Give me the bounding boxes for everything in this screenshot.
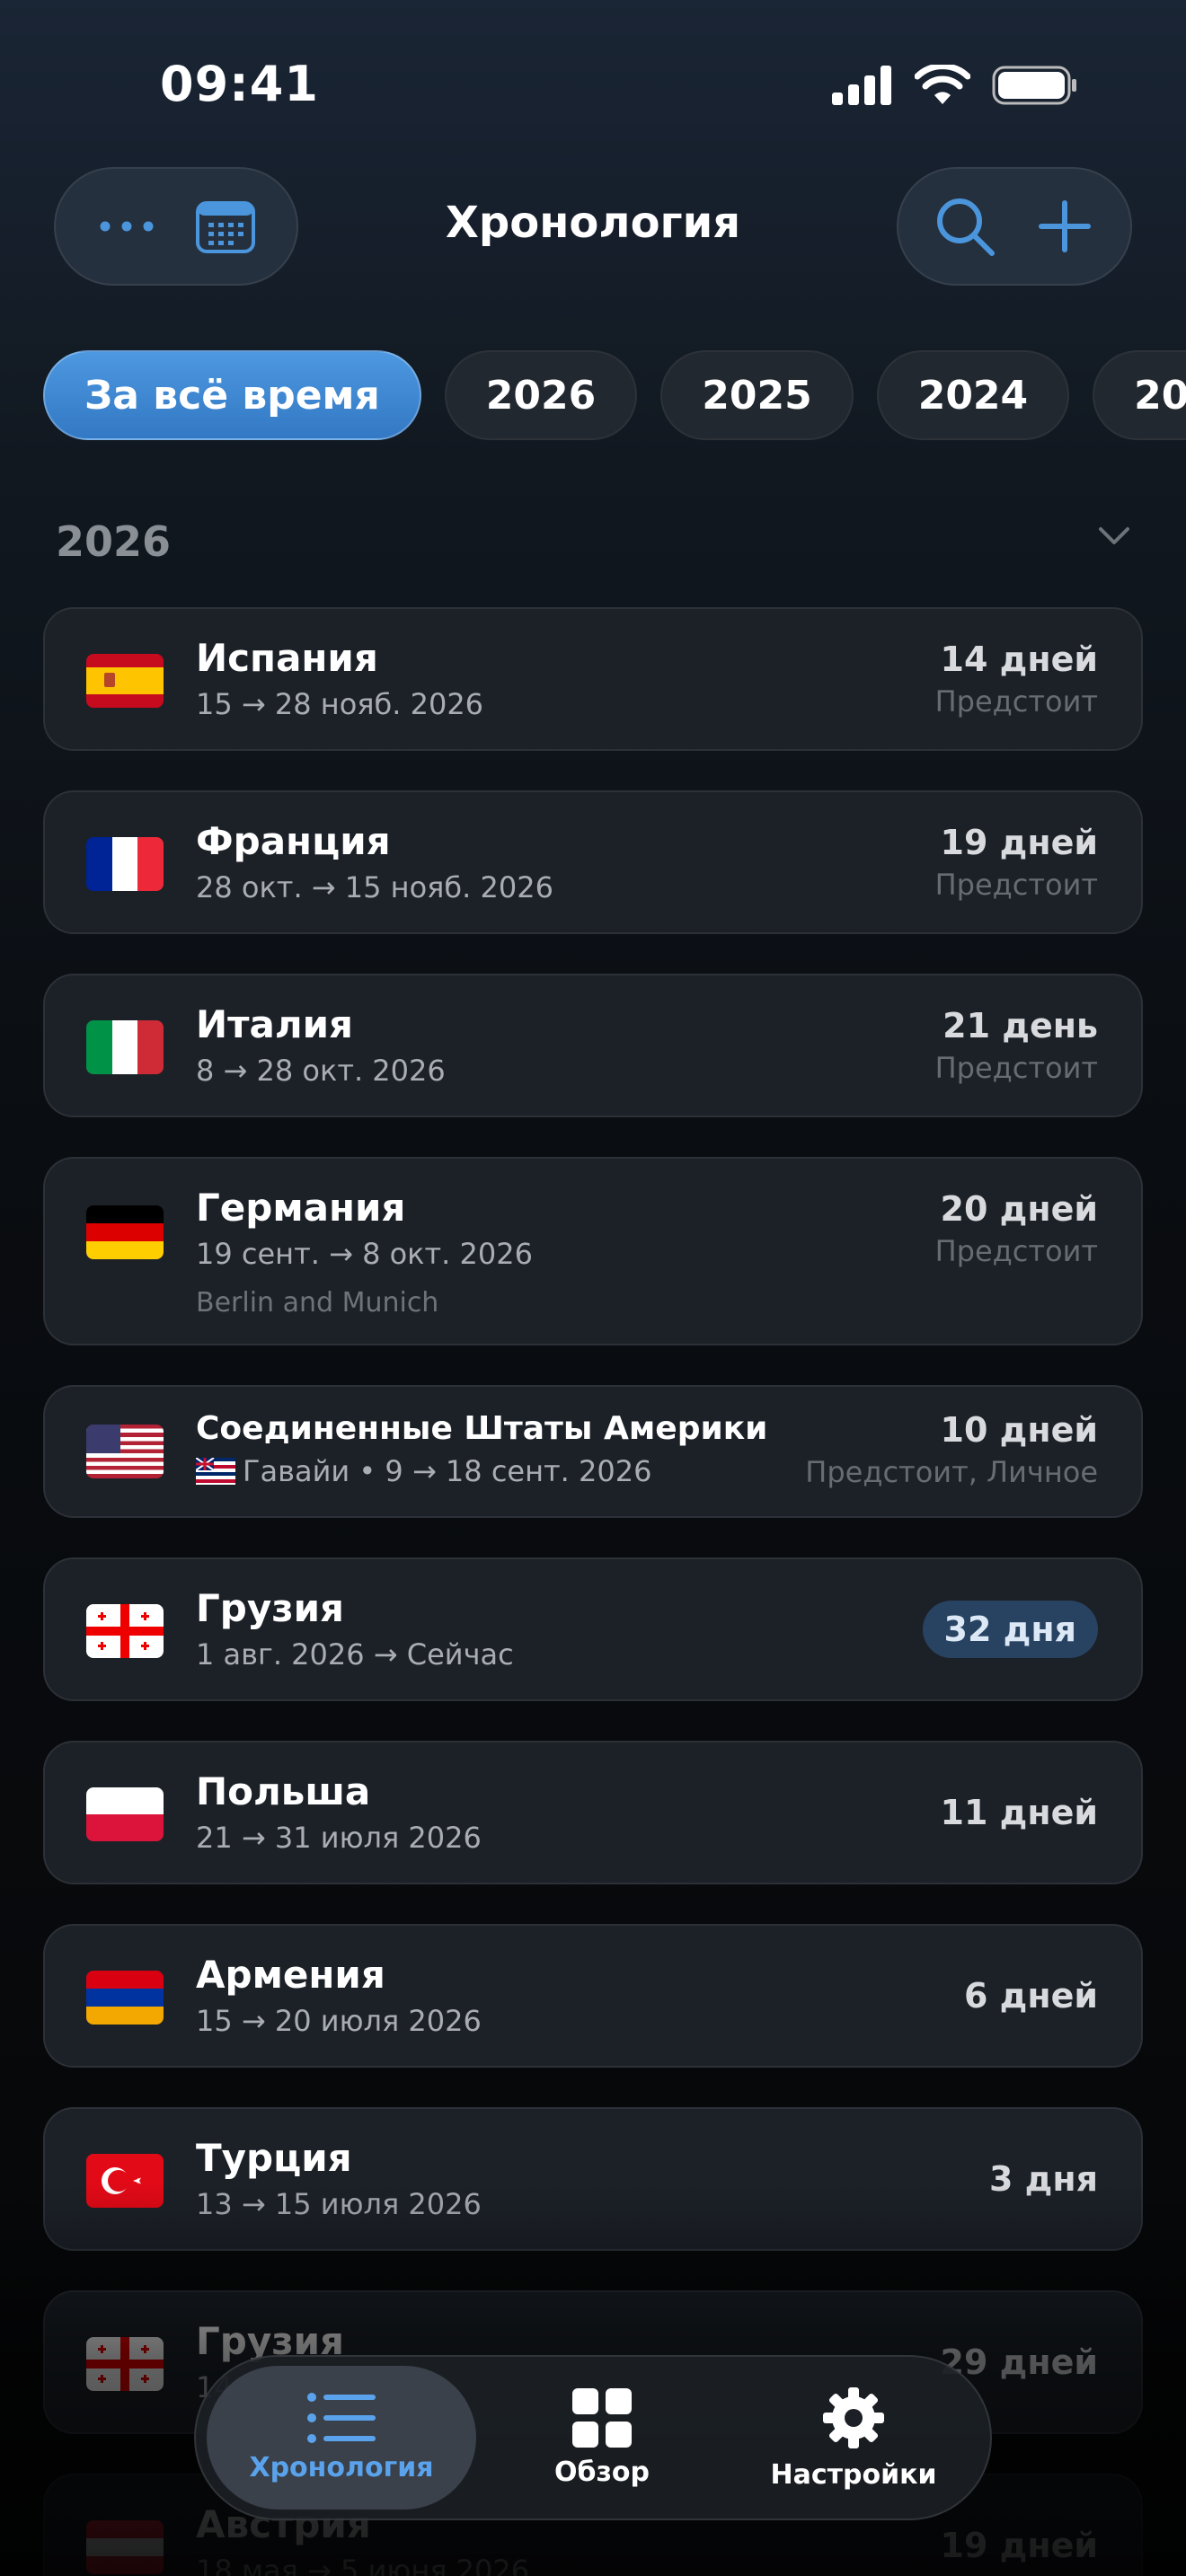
trip-status: Предстоит, Личное: [805, 1455, 1098, 1489]
tab-label: Хронология: [249, 2451, 434, 2483]
trip-card[interactable]: Грузия 1 авг. 2026 → Сейчас 32 дня: [43, 1557, 1143, 1701]
cellular-signal-icon: [832, 66, 891, 105]
trip-card[interactable]: Армения 15 → 20 июля 2026 6 дней: [43, 1924, 1143, 2068]
trip-dates: Гавайи • 9 → 18 сент. 2026: [243, 1454, 652, 1488]
status-icons: [832, 65, 1078, 106]
italy-flag-icon: [86, 1020, 164, 1074]
trip-status: Предстоит: [934, 868, 1098, 902]
trip-days: 19 дней: [940, 2526, 1098, 2565]
plus-icon: [1038, 200, 1091, 252]
gear-icon: [823, 2386, 884, 2448]
trip-card[interactable]: Германия 19 сент. → 8 окт. 2026 Berlin a…: [43, 1157, 1143, 1345]
trip-note: Berlin and Munich: [196, 1287, 439, 1319]
tab-timeline[interactable]: Хронология: [207, 2366, 476, 2510]
trip-days: 11 дней: [940, 1793, 1098, 1832]
filter-2023[interactable]: 2023: [1093, 350, 1186, 440]
trip-dates: 13 → 15 июля 2026: [196, 2187, 482, 2221]
trip-card[interactable]: Испания 15 → 28 нояб. 2026 14 дней Предс…: [43, 607, 1143, 751]
trip-country: Турция: [196, 2136, 352, 2180]
wifi-icon: [915, 65, 970, 104]
battery-icon: [992, 66, 1076, 105]
spain-flag-icon: [86, 654, 164, 708]
chevron-down-icon: [1099, 527, 1129, 544]
hawaii-flag-icon: [196, 1458, 235, 1485]
header-right-controls: [897, 167, 1132, 286]
status-time: 09:41: [160, 56, 319, 112]
tab-overview[interactable]: Обзор: [476, 2366, 728, 2510]
georgia-flag-icon: [86, 1604, 164, 1658]
trip-days: 10 дней: [940, 1410, 1098, 1450]
trip-status: Предстоит: [934, 1234, 1098, 1268]
trip-days: 19 дней: [940, 823, 1098, 862]
trip-days: 3 дня: [988, 2159, 1098, 2199]
trip-card[interactable]: Италия 8 → 28 окт. 2026 21 день Предстои…: [43, 974, 1143, 1117]
trip-card[interactable]: Турция 13 → 15 июля 2026 3 дня: [43, 2107, 1143, 2251]
turkey-flag-icon: [86, 2154, 164, 2208]
austria-flag-icon: [86, 2520, 164, 2574]
trip-card[interactable]: Польша 21 → 31 июля 2026 11 дней: [43, 1741, 1143, 1884]
search-button[interactable]: [925, 186, 1005, 267]
section-title: 2026: [56, 517, 172, 566]
filter-all-time[interactable]: За всё время: [43, 350, 421, 440]
trip-card[interactable]: Франция 28 окт. → 15 нояб. 2026 19 дней …: [43, 790, 1143, 934]
search-icon: [936, 198, 995, 256]
georgia-flag-icon: [86, 2337, 164, 2391]
trip-days: 6 дней: [963, 1976, 1098, 2016]
tab-settings[interactable]: Настройки: [728, 2366, 979, 2510]
tab-bar: Хронология Обзор Настройки: [194, 2355, 992, 2520]
current-trip-badge: 32 дня: [922, 1601, 1098, 1658]
trip-card[interactable]: Соединенные Штаты Америки Гавайи • 9 → 1…: [43, 1385, 1143, 1518]
year-filter-bar: За всё время 2026 2025 2024 2023: [43, 350, 1186, 440]
list-icon: [307, 2392, 376, 2443]
trip-status: Предстоит: [934, 1051, 1098, 1085]
france-flag-icon: [86, 837, 164, 891]
section-collapse-button[interactable]: [1098, 526, 1130, 550]
tab-label: Настройки: [770, 2458, 937, 2491]
timeline-screen: 09:41 Хронология За всё время 2026 2025 …: [0, 0, 1186, 2576]
usa-flag-icon: [86, 1425, 164, 1478]
armenia-flag-icon: [86, 1971, 164, 2025]
trip-country: Армения: [196, 1953, 385, 1997]
filter-2026[interactable]: 2026: [444, 350, 638, 440]
trip-status: Предстоит: [934, 684, 1098, 719]
trip-dates: 15 → 20 июля 2026: [196, 2004, 482, 2038]
add-button[interactable]: [1024, 186, 1105, 267]
filter-2025[interactable]: 2025: [660, 350, 854, 440]
trip-days: 20 дней: [940, 1189, 1098, 1229]
germany-flag-icon: [86, 1205, 164, 1259]
tab-label: Обзор: [554, 2456, 650, 2488]
grid-icon: [572, 2387, 632, 2448]
trip-days: 14 дней: [940, 640, 1098, 679]
trip-list: Испания 15 → 28 нояб. 2026 14 дней Предс…: [43, 607, 1143, 2576]
trip-days: 21 день: [943, 1006, 1098, 1045]
filter-2024[interactable]: 2024: [876, 350, 1070, 440]
poland-flag-icon: [86, 1787, 164, 1841]
